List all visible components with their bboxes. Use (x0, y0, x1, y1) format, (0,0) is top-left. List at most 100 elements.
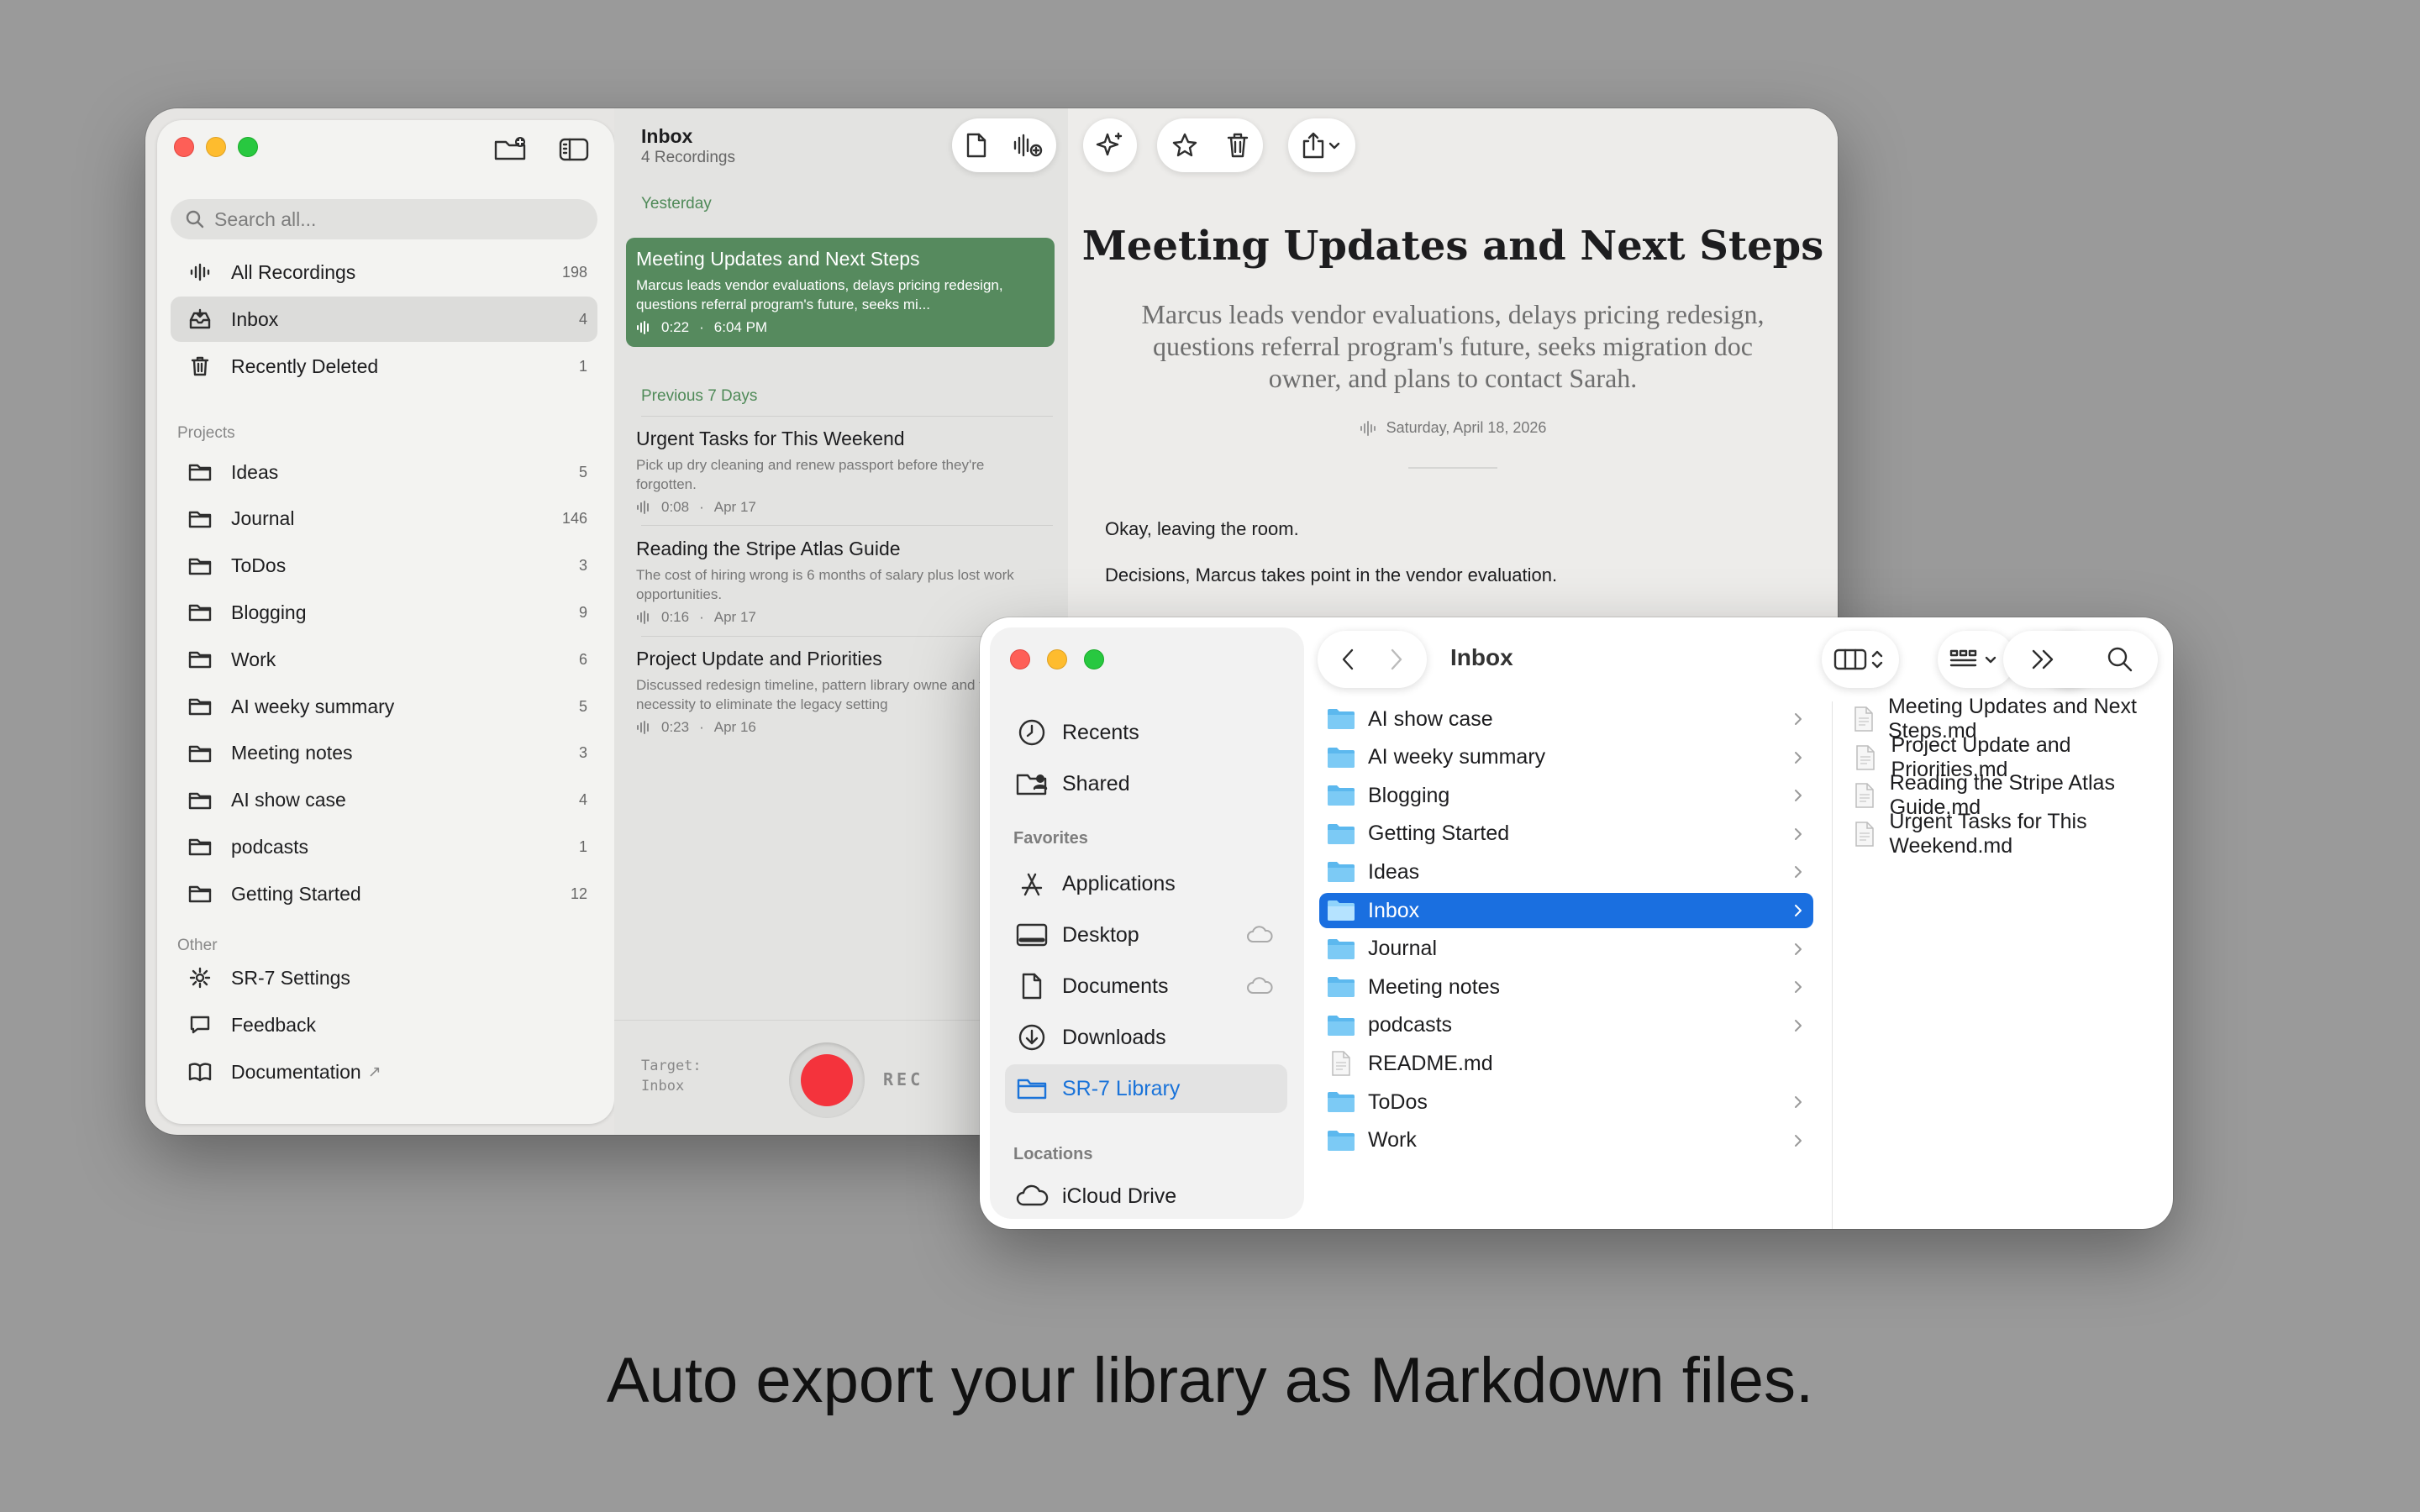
recording-summary: Marcus leads vendor evaluations, delays … (636, 277, 1003, 312)
finder-file-row[interactable]: Urgent Tasks for This Weekend.md (1845, 810, 2165, 858)
finder-sidebar-label: iCloud Drive (1062, 1184, 1177, 1208)
zoom-button[interactable] (1084, 649, 1104, 669)
recording-date: Apr 16 (713, 719, 756, 735)
finder-folder-row[interactable]: AI show case (1319, 701, 1813, 737)
transcript-paragraph: Okay, leaving the room. (1105, 518, 1299, 539)
divider (641, 525, 1053, 526)
star-icon[interactable] (1171, 132, 1198, 159)
trash-icon[interactable] (1226, 132, 1249, 159)
sidebar-item-project[interactable]: Journal 146 (171, 496, 597, 542)
finder-folder-row[interactable]: podcasts (1319, 1008, 1813, 1043)
list-item-recording-selected[interactable]: Meeting Updates and Next Steps Marcus le… (626, 238, 1055, 347)
list-item-recording[interactable]: Urgent Tasks for This Weekend Pick up dr… (626, 417, 1055, 516)
sidebar-item-project[interactable]: Meeting notes 3 (171, 731, 597, 776)
waveform-icon (187, 263, 213, 281)
finder-item-label: Journal (1368, 937, 1437, 961)
finder-sidebar-desktop[interactable]: Desktop (1005, 911, 1287, 959)
sidebar-item-project[interactable]: AI weeky summary 5 (171, 684, 597, 729)
sidebar-item-documentation[interactable]: Documentation ↗ (171, 1049, 597, 1095)
waveform-icon (637, 611, 649, 624)
search-icon (186, 210, 204, 228)
finder-folder-row[interactable]: Inbox (1319, 893, 1813, 928)
finder-item-label: Blogging (1368, 783, 1450, 807)
sidebar-item-label: Inbox (231, 307, 279, 330)
finder-file-row[interactable]: README.md (1319, 1046, 1813, 1081)
finder-folder-row[interactable]: Ideas (1319, 854, 1813, 890)
finder-item-label: Work (1368, 1128, 1417, 1152)
folder-icon (1326, 899, 1356, 922)
finder-folder-row[interactable]: Meeting notes (1319, 969, 1813, 1005)
ai-button[interactable] (1083, 118, 1137, 172)
count-badge: 1 (578, 357, 587, 375)
finder-sidebar-icloud-drive[interactable]: iCloud Drive (1005, 1172, 1287, 1221)
sidebar-item-all-recordings[interactable]: All Recordings 198 (171, 249, 597, 295)
shared-folder-icon (1015, 770, 1049, 797)
finder-sidebar-documents[interactable]: Documents (1005, 962, 1287, 1011)
chevron-right-icon (1795, 942, 1802, 955)
detail-date: Saturday, April 18, 2026 (1386, 419, 1547, 436)
sparkle-icon (1096, 132, 1123, 156)
minimize-button[interactable] (206, 137, 226, 157)
zoom-button[interactable] (238, 137, 258, 157)
toggle-sidebar-button[interactable] (559, 137, 589, 162)
sidebar-item-inbox[interactable]: Inbox 4 (171, 297, 597, 342)
finder-sidebar-shared[interactable]: Shared (1005, 759, 1287, 808)
finder-sidebar-applications[interactable]: Applications (1005, 859, 1287, 908)
recording-summary: The cost of hiring wrong is 6 months of … (636, 567, 1014, 602)
finder-file-row[interactable]: Reading the Stripe Atlas Guide.md (1845, 771, 2165, 819)
finder-folder-row[interactable]: Work (1319, 1123, 1813, 1158)
favorites-header: Favorites (1013, 829, 1088, 848)
overflow-chevrons-icon[interactable] (2028, 647, 2057, 672)
finder-sidebar-downloads[interactable]: Downloads (1005, 1013, 1287, 1062)
new-folder-button[interactable] (493, 135, 527, 162)
external-link-icon: ↗ (367, 1063, 381, 1081)
sidebar-item-project[interactable]: AI show case 4 (171, 778, 597, 823)
close-button[interactable] (1010, 649, 1030, 669)
count-badge: 9 (578, 603, 587, 621)
finder-sidebar-recents[interactable]: Recents (1005, 708, 1287, 757)
folder-icon (1326, 860, 1356, 884)
list-item-recording[interactable]: Reading the Stripe Atlas Guide The cost … (626, 528, 1055, 626)
list-title: Inbox (641, 125, 693, 147)
finder-folder-row[interactable]: Journal (1319, 932, 1813, 967)
folder-icon (1326, 746, 1356, 769)
finder-file-row[interactable]: Meeting Updates and Next Steps.md (1845, 695, 2165, 743)
sidebar-item-settings[interactable]: SR-7 Settings (171, 955, 597, 1000)
sidebar-item-project[interactable]: Work 6 (171, 637, 597, 682)
recording-date: Apr 17 (713, 609, 756, 625)
finder-folder-row[interactable]: AI weeky summary (1319, 740, 1813, 775)
chevron-right-icon (1795, 981, 1802, 994)
sidebar-item-label: Blogging (231, 601, 307, 623)
sidebar-item-project[interactable]: Ideas 5 (171, 449, 597, 495)
share-menu-button[interactable] (1288, 118, 1355, 172)
minimize-button[interactable] (1047, 649, 1067, 669)
finder-item-label: podcasts (1368, 1013, 1453, 1037)
sidebar-item-project[interactable]: ToDos 3 (171, 543, 597, 589)
record-button[interactable] (789, 1042, 865, 1118)
group-header-previous: Previous 7 Days (641, 387, 758, 405)
sidebar-item-project[interactable]: Getting Started 12 (171, 871, 597, 916)
view-mode-button[interactable] (1822, 631, 1899, 688)
search-input[interactable]: Search all... (171, 199, 597, 239)
caption-text: Auto export your library as Markdown fil… (606, 1345, 1814, 1416)
finder-sidebar: Recents Shared Favorites Applications De… (990, 627, 1304, 1219)
folder-icon (1326, 822, 1356, 846)
sidebar-item-project[interactable]: Blogging 9 (171, 590, 597, 635)
folder-icon (1326, 784, 1356, 807)
sidebar-item-recently-deleted[interactable]: Recently Deleted 1 (171, 344, 597, 389)
finder-folder-row[interactable]: Getting Started (1319, 816, 1813, 852)
recording-title: Reading the Stripe Atlas Guide (636, 538, 901, 559)
sidebar-item-project[interactable]: podcasts 1 (171, 824, 597, 869)
download-icon (1015, 1023, 1049, 1052)
search-icon[interactable] (2107, 646, 2133, 673)
sidebar-item-feedback[interactable]: Feedback (171, 1002, 597, 1047)
finder-file-row[interactable]: Project Update and Priorities.md (1845, 733, 2165, 781)
new-note-icon[interactable] (965, 132, 988, 159)
app-sidebar: Search all... All Recordings 198 Inbox 4… (157, 120, 614, 1124)
finder-sidebar-sr7-library[interactable]: SR-7 Library (1005, 1064, 1287, 1113)
new-recording-icon[interactable] (1013, 132, 1044, 159)
finder-folder-row[interactable]: Blogging (1319, 778, 1813, 813)
close-button[interactable] (174, 137, 194, 157)
chevron-right-icon (1795, 905, 1802, 916)
finder-folder-row[interactable]: ToDos (1319, 1084, 1813, 1120)
